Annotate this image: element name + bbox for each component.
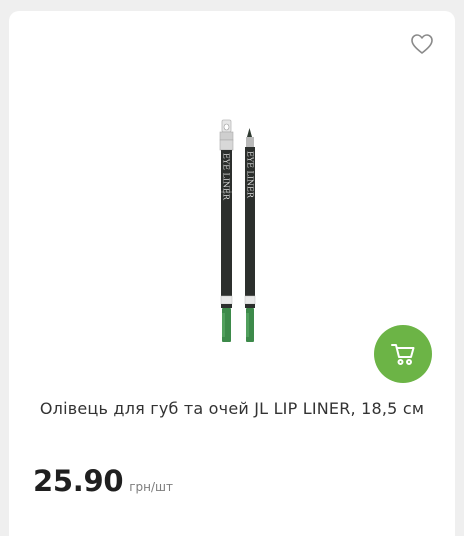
product-price: 25.90 <box>33 464 124 498</box>
pencil-left: EYE LINER <box>219 119 234 342</box>
product-card[interactable]: EYE LINER EYE LINER Олівець для губ та о… <box>9 11 455 536</box>
add-to-cart-button[interactable] <box>374 325 432 383</box>
pencil-right: EYE LINER <box>244 128 256 342</box>
pencil-left-label: EYE LINER <box>222 153 231 201</box>
price-unit: грн/шт <box>129 480 174 494</box>
shopping-cart-icon <box>391 344 415 365</box>
favorite-button[interactable] <box>410 33 434 55</box>
pencil-right-label: EYE LINER <box>246 151 255 199</box>
product-title[interactable]: Олівець для губ та очей JL LIP LINER, 18… <box>9 399 455 418</box>
product-image[interactable]: EYE LINER EYE LINER <box>109 71 309 381</box>
price-block: 25.90 грн/шт <box>33 464 173 498</box>
heart-outline-icon <box>411 34 433 54</box>
